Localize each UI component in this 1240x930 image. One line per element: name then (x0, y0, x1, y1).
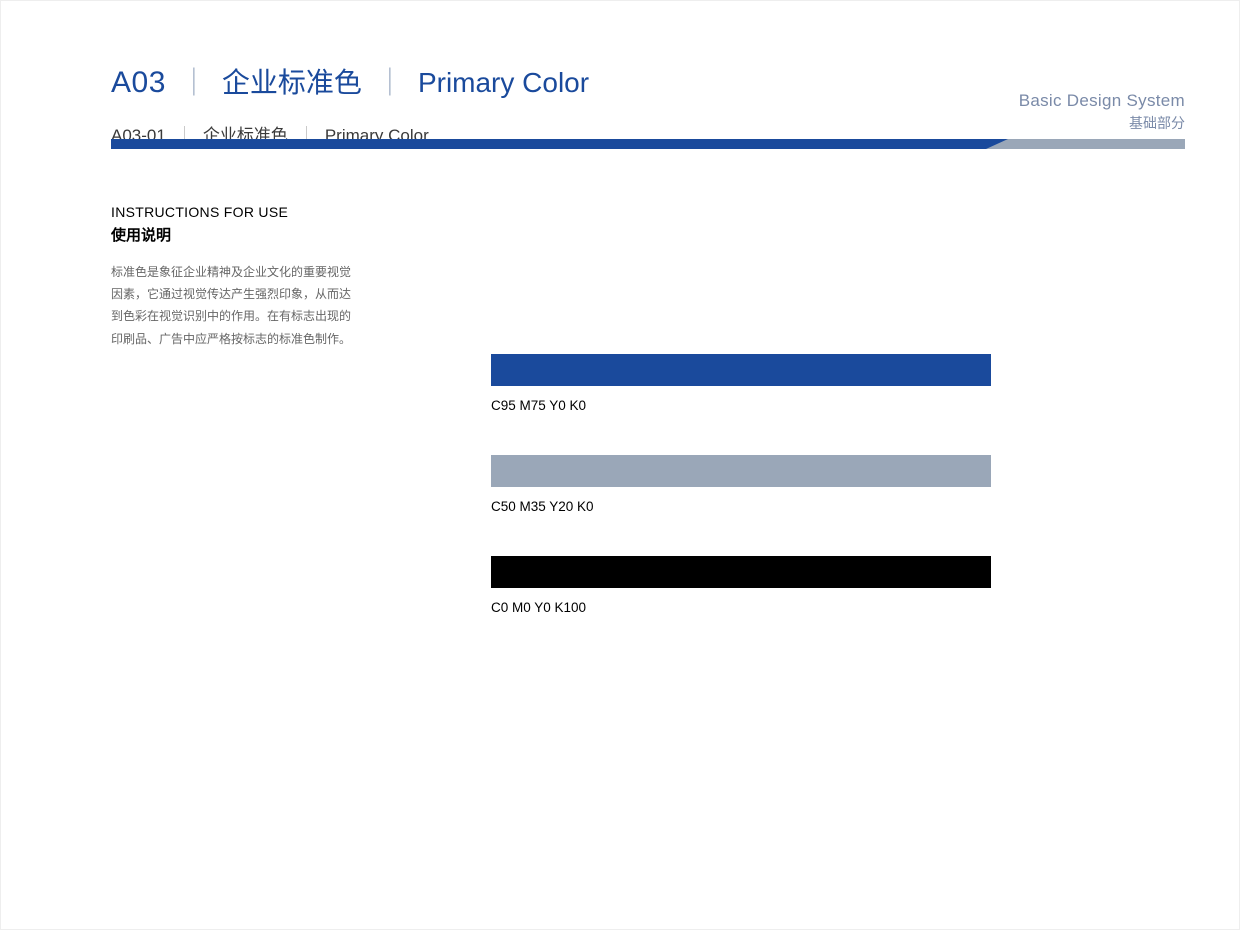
color-swatch-primary-blue (491, 354, 991, 386)
divider-gray-segment (1008, 139, 1185, 149)
color-swatches: C95 M75 Y0 K0 C50 M35 Y20 K0 C0 M0 Y0 K1… (491, 354, 991, 615)
system-label-en: Basic Design System (1019, 91, 1185, 111)
instructions-heading-cn: 使用说明 (111, 224, 371, 245)
instructions-body: 标准色是象征企业精神及企业文化的重要视觉因素，它通过视觉传达产生强烈印象，从而达… (111, 261, 351, 350)
color-swatch-label: C95 M75 Y0 K0 (491, 398, 991, 413)
color-swatch-black (491, 556, 991, 588)
separator: ｜ (180, 61, 208, 101)
instructions-heading-en: INSTRUCTIONS FOR USE (111, 204, 371, 220)
section-title-en: Primary Color (418, 67, 589, 99)
color-swatch-gray (491, 455, 991, 487)
separator: ｜ (376, 61, 404, 101)
color-swatch-label: C50 M35 Y20 K0 (491, 499, 991, 514)
header-divider (111, 139, 1185, 149)
system-label: Basic Design System 基础部分 (1019, 91, 1185, 133)
section-title-cn: 企业标准色 (222, 61, 362, 101)
system-label-cn: 基础部分 (1019, 113, 1185, 133)
color-swatch-label: C0 M0 Y0 K100 (491, 600, 991, 615)
divider-blue-segment (111, 139, 1024, 149)
section-code: A03 (111, 66, 166, 100)
